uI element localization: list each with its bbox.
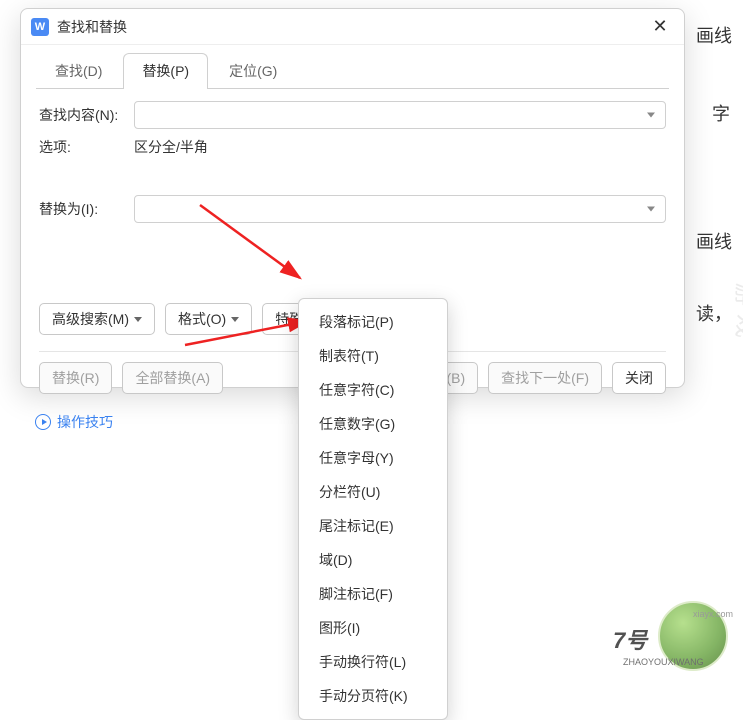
- tips-link[interactable]: 操作技巧: [57, 412, 113, 432]
- advanced-search-button[interactable]: 高级搜索(M): [39, 303, 155, 335]
- menu-item-graphic[interactable]: 图形(I): [299, 611, 447, 645]
- tab-goto[interactable]: 定位(G): [210, 53, 296, 88]
- titlebar: W 查找和替换 ✕: [21, 9, 684, 45]
- menu-item-any-digit[interactable]: 任意数字(G): [299, 407, 447, 441]
- replace-button[interactable]: 替换(R): [39, 362, 112, 394]
- find-label: 查找内容(N):: [39, 105, 134, 125]
- menu-item-tab-char[interactable]: 制表符(T): [299, 339, 447, 373]
- options-value: 区分全/半角: [134, 137, 208, 157]
- watermark-sub-text: ZHAOYOUXIWANG: [623, 657, 704, 667]
- menu-item-column-break[interactable]: 分栏符(U): [299, 475, 447, 509]
- replace-all-button[interactable]: 全部替换(A): [122, 362, 223, 394]
- dialog-title: 查找和替换: [57, 17, 646, 37]
- menu-item-manual-line-break[interactable]: 手动换行符(L): [299, 645, 447, 679]
- find-input[interactable]: [134, 101, 666, 129]
- tab-replace[interactable]: 替换(P): [123, 53, 208, 88]
- close-button[interactable]: 关闭: [612, 362, 666, 394]
- menu-item-field[interactable]: 域(D): [299, 543, 447, 577]
- replace-input[interactable]: [134, 195, 666, 223]
- app-icon: W: [31, 18, 49, 36]
- special-format-menu: 段落标记(P) 制表符(T) 任意字符(C) 任意数字(G) 任意字母(Y) 分…: [298, 298, 448, 720]
- menu-item-manual-page-break[interactable]: 手动分页符(K): [299, 679, 447, 713]
- watermark-side-text: 游戏: [731, 282, 743, 346]
- chevron-down-icon: [134, 317, 142, 322]
- menu-item-any-letter[interactable]: 任意字母(Y): [299, 441, 447, 475]
- tab-find[interactable]: 查找(D): [36, 53, 121, 88]
- options-label: 选项:: [39, 137, 134, 157]
- watermark-logo: 7号 ZHAOYOUXIWANG xiayx.com: [613, 601, 733, 681]
- advanced-search-label: 高级搜索(M): [52, 309, 129, 329]
- menu-item-paragraph-mark[interactable]: 段落标记(P): [299, 305, 447, 339]
- format-label: 格式(O): [178, 309, 226, 329]
- format-button[interactable]: 格式(O): [165, 303, 252, 335]
- bg-text: 读，: [696, 300, 732, 326]
- menu-item-endnote-mark[interactable]: 尾注标记(E): [299, 509, 447, 543]
- chevron-down-icon: [231, 317, 239, 322]
- bg-text: 字: [712, 100, 730, 126]
- menu-item-footnote-mark[interactable]: 脚注标记(F): [299, 577, 447, 611]
- form-area: 查找内容(N): 选项: 区分全/半角 替换为(I):: [21, 89, 684, 243]
- watermark-url: xiayx.com: [693, 609, 733, 619]
- replace-label: 替换为(I):: [39, 199, 134, 219]
- find-next-button[interactable]: 查找下一处(F): [488, 362, 602, 394]
- info-icon: [35, 414, 51, 430]
- bg-text: 画线: [696, 228, 732, 254]
- tabbar: 查找(D) 替换(P) 定位(G): [21, 45, 684, 88]
- bg-text: 画线: [696, 22, 732, 48]
- close-icon[interactable]: ✕: [646, 13, 674, 41]
- watermark-main-text: 7号: [613, 623, 647, 655]
- menu-item-any-char[interactable]: 任意字符(C): [299, 373, 447, 407]
